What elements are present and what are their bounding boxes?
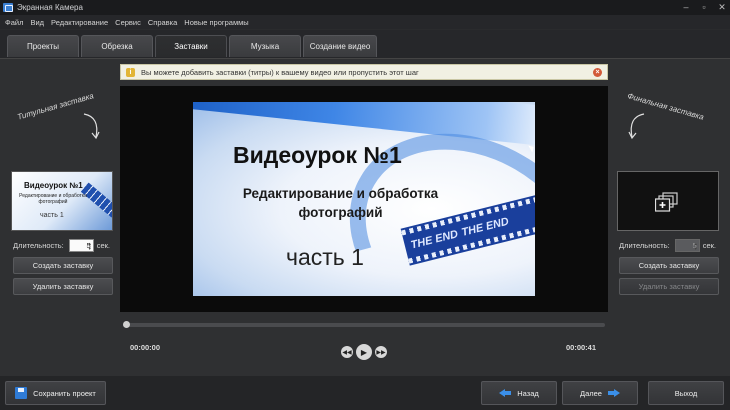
duration-label: Длительность: [619,241,670,250]
duration-unit: сек. [96,241,110,250]
title-duration-row: Длительность: 5 ▲ ▼ сек. [13,239,113,252]
tab-projects[interactable]: Проекты [7,35,79,57]
duration-label: Длительность: [13,241,64,250]
curved-arrow-icon [628,113,645,140]
title-intro-thumbnail[interactable]: Видеоурок №1 Редактирование и обработка … [11,171,113,231]
timeline-knob[interactable] [123,321,130,328]
spin-arrows-icon[interactable]: ▲ ▼ [88,241,92,251]
title-bar: Экранная Камера – ▫ ✕ [0,0,730,15]
bottom-bar: Сохранить проект Назад Далее Выход [0,376,730,410]
create-title-intro-button[interactable]: Создать заставку [13,257,113,274]
video-title: Видеоурок №1 [233,142,402,168]
arrow-right-icon [607,388,620,398]
video-part: часть 1 [286,244,364,270]
curved-arrow-icon [83,113,100,140]
close-icon[interactable]: × [593,68,602,77]
menu-help[interactable]: Справка [148,18,177,27]
tab-music[interactable]: Музыка [229,35,301,57]
arrow-left-icon [499,388,512,398]
final-intro-thumbnail[interactable] [617,171,719,231]
menu-bar: Файл Вид Редактирование Сервис Справка Н… [0,15,730,29]
rewind-icon[interactable]: ◀◀ [341,346,353,358]
menu-new-programs[interactable]: Новые программы [184,18,248,27]
exit-button[interactable]: Выход [648,381,724,405]
video-subtitle: Редактирование и обработка фотографий [242,186,439,220]
window-title: Экранная Камера [17,3,83,12]
next-button[interactable]: Далее [562,381,638,405]
info-text: Вы можете добавить заставки (титры) к ва… [141,67,419,77]
final-duration-input[interactable]: 5 ▲ ▼ [674,239,700,252]
thumb-subtitle: Редактирование и обработка фотографий [19,193,87,205]
thumb-title: Видеоурок №1 [24,181,83,190]
tab-trim[interactable]: Обрезка [81,35,153,57]
spin-arrows-icon[interactable]: ▲ ▼ [694,241,698,251]
info-banner: i Вы можете добавить заставки (титры) к … [120,64,608,80]
maximize-button[interactable]: ▫ [698,0,710,14]
app-window: Экранная Камера – ▫ ✕ Файл Вид Редактиро… [0,0,730,410]
tab-bar: Проекты Обрезка Заставки Музыка Создание… [0,30,730,58]
current-time: 00:00:00 [130,343,161,352]
save-icon [15,387,28,399]
delete-title-intro-button[interactable]: Удалить заставку [13,278,113,295]
main-area: i Вы можете добавить заставки (титры) к … [0,58,730,376]
menu-service[interactable]: Сервис [115,18,141,27]
menu-view[interactable]: Вид [30,18,44,27]
thumb-part: часть 1 [40,212,64,219]
video-preview[interactable]: THE END THE END Видеоурок №1 Редактирова… [193,102,535,296]
back-button[interactable]: Назад [481,381,557,405]
add-screen-icon [655,192,678,212]
play-icon[interactable]: ▶ [356,344,372,360]
total-time: 00:00:41 [566,343,597,352]
final-duration-row: Длительность: 5 ▲ ▼ сек. [619,239,719,252]
delete-final-intro-button[interactable]: Удалить заставку [619,278,719,295]
save-project-button[interactable]: Сохранить проект [5,381,106,405]
menu-edit[interactable]: Редактирование [51,18,108,27]
video-player: THE END THE END Видеоурок №1 Редактирова… [120,86,608,312]
title-duration-input[interactable]: 5 ▲ ▼ [68,239,94,252]
window-controls: – ▫ ✕ [680,0,728,14]
tab-create-video[interactable]: Создание видео [303,35,377,57]
forward-icon[interactable]: ▶▶ [375,346,387,358]
info-icon: i [126,67,135,77]
minimize-button[interactable]: – [680,0,692,14]
create-final-intro-button[interactable]: Создать заставку [619,257,719,274]
tab-intros[interactable]: Заставки [155,35,227,57]
camera-app-icon [3,3,13,12]
duration-unit: сек. [702,241,716,250]
menu-file[interactable]: Файл [5,18,23,27]
timeline-slider[interactable] [123,321,605,328]
close-window-button[interactable]: ✕ [716,0,728,14]
